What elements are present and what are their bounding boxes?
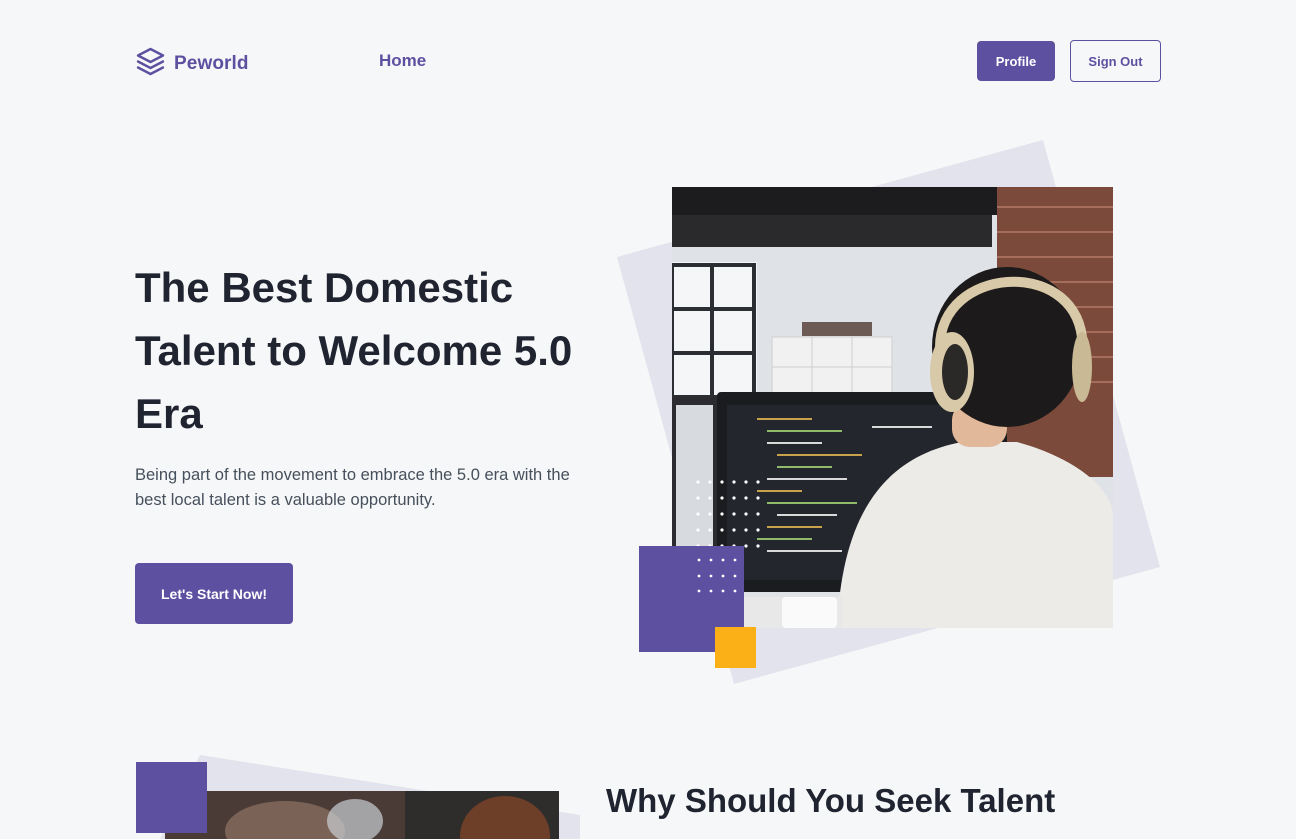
- logo-text: Peworld: [174, 53, 249, 74]
- brand-logo[interactable]: Peworld: [135, 46, 249, 82]
- sign-out-button[interactable]: Sign Out: [1070, 40, 1161, 82]
- hero-title: The Best Domestic Talent to Welcome 5.0 …: [135, 264, 573, 437]
- landing-page: Peworld Home Profile Sign Out The Best D…: [0, 0, 1296, 839]
- start-now-button[interactable]: Let's Start Now!: [135, 563, 293, 624]
- section-title: Why Should You Seek Talent: [606, 782, 1056, 819]
- dot-pattern-overlay: [697, 558, 737, 593]
- yellow-accent-square: [715, 627, 756, 668]
- hero-subtitle: Being part of the movement to embrace th…: [135, 466, 570, 509]
- purple-accent-square-2: [136, 762, 207, 833]
- section-image: [165, 791, 559, 839]
- layers-icon: [135, 46, 166, 82]
- nav-link-home[interactable]: Home: [379, 51, 426, 71]
- profile-button[interactable]: Profile: [977, 41, 1055, 81]
